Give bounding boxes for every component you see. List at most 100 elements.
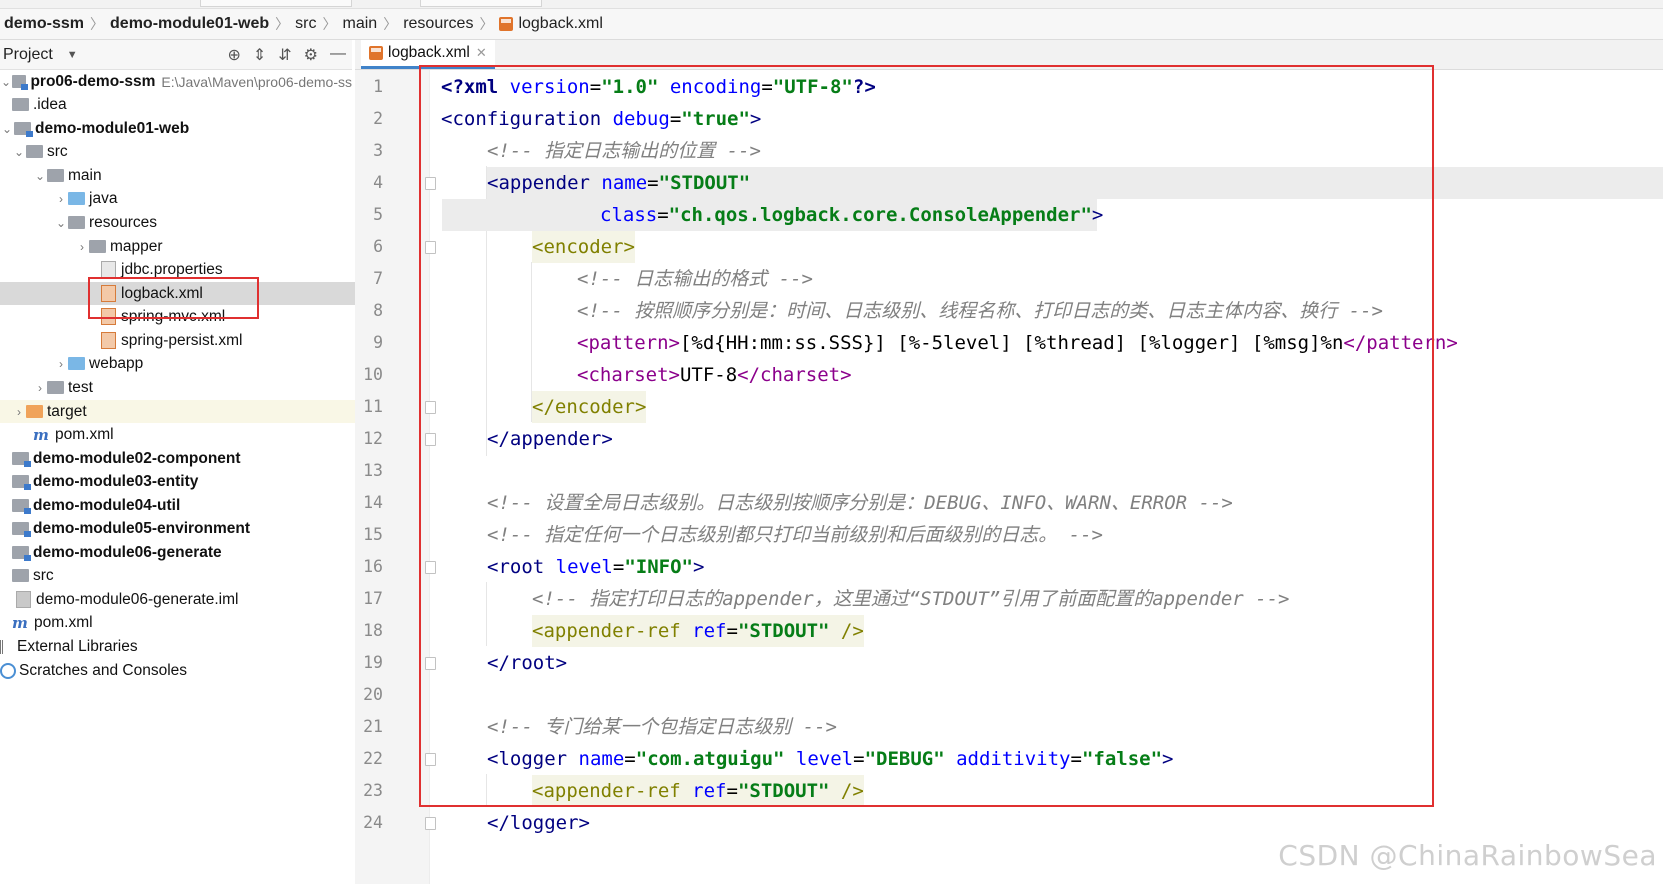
maven-icon: m [33,425,49,444]
tree-item-module[interactable]: demo-module03-entity [0,470,364,493]
tree-item-label: jdbc.properties [121,260,223,278]
breadcrumb-item[interactable]: src [291,15,320,33]
line-number: 8 [373,301,383,320]
collapse-all-icon[interactable]: ⇵ [278,45,291,65]
project-toolbar: ⊕ ⇕ ⇵ ⚙ — [227,45,346,65]
line-number: 7 [373,269,383,288]
line-number: 24 [363,813,383,832]
line-number: 17 [363,589,383,608]
tree-item[interactable]: ⌄ resources [0,211,406,234]
module-folder-icon [12,546,31,561]
tree-item[interactable]: › webapp [0,352,406,375]
chevron-right-icon[interactable]: › [75,240,89,254]
resources-folder-icon [68,216,85,229]
line-number: 5 [373,205,383,224]
chevron-down-icon[interactable]: ⌄ [12,145,26,159]
tree-item[interactable]: ⌄ src [0,140,364,163]
tree-item-project-root[interactable]: ⌄ pro06-demo-ssm E:\Java\Maven\pro06-demo-… [0,70,352,93]
line-number: 12 [363,429,383,448]
breadcrumb-item-current[interactable]: logback.xml [495,15,606,33]
properties-file-icon [101,261,116,278]
project-tree: ⌄ pro06-demo-ssm E:\Java\Maven\pro06-demo-… [0,70,453,884]
maven-icon: m [12,613,28,632]
project-panel-title[interactable]: Project [3,46,53,64]
line-number: 6 [373,237,383,256]
line-number: 15 [363,525,383,544]
tree-item-label: pom.xml [55,425,114,443]
tree-item-label: test [68,378,93,396]
chevron-right-icon: 〉 [90,16,105,32]
tree-item[interactable]: Scratches and Consoles [0,659,352,682]
tree-item-label: demo-module05-environment [33,519,251,537]
locate-icon[interactable]: ⊕ [227,45,240,65]
line-number: 19 [363,653,383,672]
chevron-down-icon[interactable]: ⌄ [33,169,47,183]
breadcrumb-item[interactable]: main [339,15,382,33]
chevron-down-icon[interactable]: ⌄ [54,216,68,230]
tree-item-label: demo-module01-web [35,119,190,137]
xml-file-icon [369,46,383,60]
token: </ [487,812,510,834]
chevron-down-icon[interactable]: ⌄ [0,75,12,89]
chevron-right-icon[interactable]: › [33,381,47,395]
tree-item[interactable]: › test [0,376,385,399]
line-number: 22 [363,749,383,768]
line-number: 23 [363,781,383,800]
breadcrumb-item[interactable]: demo-ssm [0,15,88,33]
chevron-right-icon[interactable]: › [12,405,26,419]
tree-item[interactable]: › target [0,400,364,423]
breadcrumb-item[interactable]: resources [399,15,477,33]
tree-item-module[interactable]: demo-module04-util [0,494,364,517]
tab-label: logback.xml [388,44,470,61]
tree-item-module[interactable]: demo-module05-environment [0,517,364,540]
tree-item-label: resources [89,213,158,231]
folder-icon [47,169,64,182]
tree-item[interactable]: src [0,564,364,587]
tree-item-module[interactable]: demo-module02-component [0,447,364,470]
window-tab-stub[interactable] [200,0,352,7]
tree-item[interactable]: demo-module06-generate.iml [0,588,368,611]
expand-all-icon[interactable]: ⇕ [253,45,266,65]
scratches-icon [0,662,16,679]
tree-item[interactable]: m pom.xml [0,611,364,634]
excluded-folder-icon [26,405,43,418]
tree-item-label: demo-module06-generate.iml [36,590,239,608]
tree-item-label: src [33,566,54,584]
line-number: 20 [363,685,383,704]
dropdown-caret-icon[interactable]: ▼ [67,49,78,61]
tree-item-label: webapp [89,354,144,372]
source-folder-icon [68,192,85,205]
chevron-right-icon[interactable]: › [54,357,68,371]
code-line: 24 </logger> [355,807,1663,839]
tree-item-module[interactable]: ⌄ demo-module01-web [0,117,352,140]
tree-item-module[interactable]: demo-module06-generate [0,541,364,564]
watermark: CSDN @ChinaRainbowSea [1278,839,1657,872]
line-number: 18 [363,621,383,640]
tree-item[interactable]: ⌄ main [0,164,385,187]
line-number: 21 [363,717,383,736]
fold-marker-icon[interactable] [425,817,436,830]
breadcrumb: demo-ssm 〉 demo-module01-web 〉 src 〉 mai… [0,9,1663,40]
tree-item[interactable]: .idea [0,93,364,116]
folder-icon [89,240,106,253]
minimize-icon[interactable]: — [330,45,346,65]
chevron-right-icon[interactable]: › [54,192,68,206]
tree-item-label: .idea [33,95,67,113]
tree-item-label: demo-module02-component [33,449,241,467]
tree-item[interactable]: m pom.xml [0,423,385,446]
window-tab-stub[interactable] [420,0,542,7]
tree-item[interactable]: › java [0,187,406,210]
module-folder-icon [11,75,28,90]
close-icon[interactable]: ✕ [476,45,487,61]
tree-item-label: main [68,166,102,184]
module-folder-icon [12,522,31,537]
chevron-right-icon: 〉 [479,16,494,32]
line-number: 13 [363,461,383,480]
tree-item-label: mapper [110,237,163,255]
gear-icon[interactable]: ⚙ [304,45,318,65]
breadcrumb-item[interactable]: demo-module01-web [106,15,273,33]
chevron-down-icon[interactable]: ⌄ [0,122,14,136]
xml-file-icon [499,17,514,31]
line-number: 14 [363,493,383,512]
tree-item[interactable]: External Libraries [0,635,352,658]
